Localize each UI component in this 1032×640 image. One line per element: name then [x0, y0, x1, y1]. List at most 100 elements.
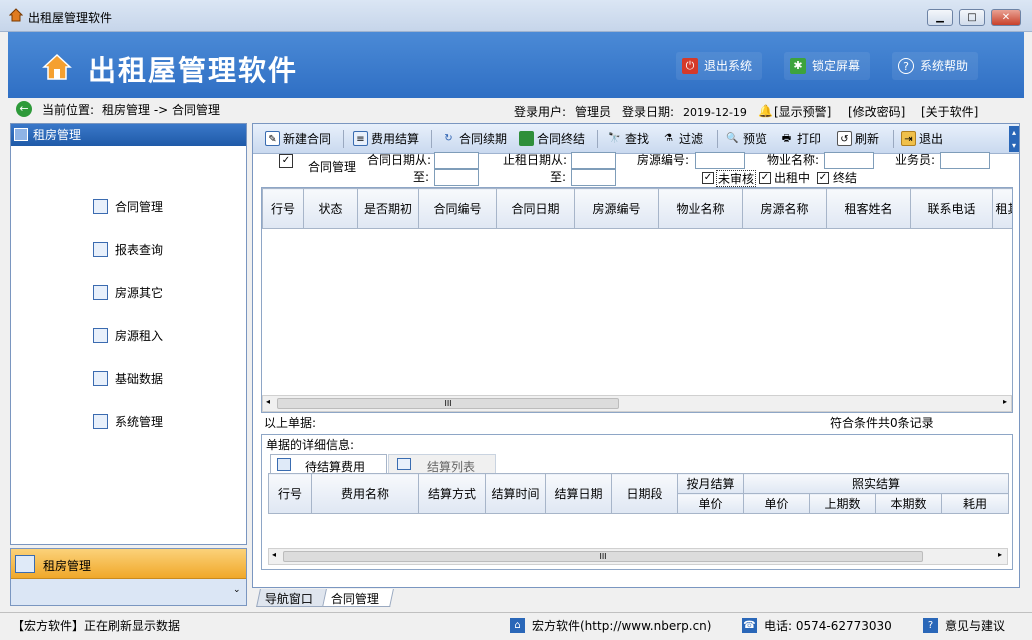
home-icon: ⌂	[510, 618, 525, 633]
tab-pending-fees[interactable]: 待结算费用	[270, 454, 387, 474]
lock-screen-button[interactable]: ✱ 锁定屏幕	[784, 52, 871, 80]
column-header[interactable]: 行号	[262, 188, 304, 229]
bottom-tab-contract[interactable]: 合同管理	[322, 589, 394, 607]
column-header[interactable]: 是否期初	[357, 188, 419, 229]
sidebar-item-report[interactable]: 报表查询	[93, 239, 163, 261]
column-header[interactable]: 费用名称	[311, 473, 419, 514]
tab-settle-list[interactable]: 结算列表	[388, 454, 496, 474]
bottom-tab-nav[interactable]: 导航窗口	[256, 589, 330, 607]
base-data-icon	[93, 371, 108, 386]
column-header[interactable]: 单价	[677, 493, 744, 514]
house-rentin-icon	[93, 328, 108, 343]
contract-date-to-input[interactable]	[434, 169, 479, 186]
scroll-right-arrow[interactable]: ▸	[998, 550, 1002, 559]
column-header[interactable]: 行号	[268, 473, 312, 514]
fee-settle-label: 费用结算	[371, 132, 420, 146]
back-arrow-icon[interactable]: ←	[16, 101, 32, 117]
column-header[interactable]: 结算日期	[545, 473, 612, 514]
minimize-button[interactable]: ▁	[927, 9, 953, 26]
scroll-thumb[interactable]: III	[277, 398, 619, 409]
refresh-button[interactable]: ↺ 刷新	[835, 129, 883, 149]
terminate-button[interactable]: 合同终结	[517, 129, 589, 149]
detail-panel: 单据的详细信息: 待结算费用 结算列表 行号 费用名称 结算方式 结算时间 结算…	[261, 434, 1013, 570]
company-link[interactable]: 宏方软件(http://www.nberp.cn)	[532, 618, 711, 635]
column-header[interactable]: 耗用	[940, 493, 1010, 514]
feedback-link[interactable]: 意见与建议	[945, 618, 1005, 635]
exit-folder-icon: ⇥	[901, 131, 916, 146]
column-header[interactable]: 房源编号	[574, 188, 659, 229]
terminated-label: 终结	[833, 171, 858, 185]
sidebar-item-base-data[interactable]: 基础数据	[93, 368, 163, 390]
column-header[interactable]: 状态	[303, 188, 358, 229]
show-warning-link[interactable]: [显示预警]	[774, 104, 831, 121]
end-date-from-label: 止租日期从:	[503, 153, 568, 167]
contract-date-to-label: 至:	[413, 170, 430, 184]
sidebar-item-house-rentin[interactable]: 房源租入	[93, 325, 163, 347]
house-no-input[interactable]	[695, 152, 745, 169]
detail-grid-hscroll[interactable]: ◂ III ▸	[268, 548, 1008, 565]
unaudited-checkbox[interactable]: ✓	[702, 172, 714, 184]
close-button[interactable]: ✕	[991, 9, 1021, 26]
terminated-checkbox[interactable]: ✓	[817, 172, 829, 184]
sidebar-item-system[interactable]: 系统管理	[93, 411, 163, 433]
system-help-button[interactable]: ? 系统帮助	[892, 52, 979, 80]
renting-label: 出租中	[774, 171, 811, 185]
contract-date-from-input[interactable]	[434, 152, 479, 169]
scroll-left-arrow[interactable]: ◂	[266, 397, 270, 406]
renting-checkbox[interactable]: ✓	[759, 172, 771, 184]
end-date-from-input[interactable]	[571, 152, 616, 169]
column-header[interactable]: 日期段	[611, 473, 678, 514]
column-header[interactable]: 结算时间	[485, 473, 546, 514]
sidebar-item-house-other[interactable]: 房源其它	[93, 282, 163, 304]
exit-system-button[interactable]: ⏻ 退出系统	[676, 52, 763, 80]
location-label: 当前位置:	[42, 103, 95, 117]
column-header[interactable]: 租客姓名	[826, 188, 911, 229]
end-date-to-input[interactable]	[571, 169, 616, 186]
exit-button[interactable]: ⇥ 退出	[899, 129, 947, 149]
toolbar-overflow-button[interactable]: ▴ ▾	[1009, 126, 1019, 152]
fee-settle-button[interactable]: ≡ 费用结算	[351, 129, 423, 149]
column-header[interactable]: 房源名称	[742, 188, 827, 229]
lock-icon: ✱	[790, 58, 806, 74]
column-header[interactable]: 本期数	[875, 493, 942, 514]
column-header[interactable]: 合同编号	[418, 188, 497, 229]
filter-icon: ⚗	[664, 133, 673, 144]
column-header[interactable]: 上期数	[809, 493, 876, 514]
change-password-link[interactable]: [修改密码]	[848, 104, 905, 121]
property-name-input[interactable]	[824, 152, 874, 169]
renew-label: 合同续期	[459, 132, 508, 146]
find-button[interactable]: 🔭 查找	[605, 129, 653, 149]
detail-grid-header: 行号 费用名称 结算方式 结算时间 结算日期 日期段 按月结算 照实结算 单价 …	[268, 473, 1010, 514]
help-icon: ?	[898, 58, 914, 74]
column-header[interactable]: 联系电话	[910, 188, 993, 229]
new-contract-button[interactable]: ✎ 新建合同	[263, 129, 335, 149]
contract-section-icon: ✓	[279, 154, 293, 168]
scroll-left-arrow[interactable]: ◂	[272, 550, 276, 559]
column-header[interactable]: 物业名称	[658, 188, 743, 229]
contract-grid-header: 行号 状态 是否期初 合同编号 合同日期 房源编号 物业名称 房源名称 租客姓名…	[262, 188, 1012, 229]
nav-group-rental[interactable]: 租房管理	[11, 549, 246, 579]
column-header[interactable]: 单价	[743, 493, 810, 514]
contract-grid[interactable]: 行号 状态 是否期初 合同编号 合同日期 房源编号 物业名称 房源名称 租客姓名…	[261, 187, 1013, 413]
salesman-input[interactable]	[940, 152, 990, 169]
maximize-button[interactable]: □	[959, 9, 985, 26]
nav-expand-icon[interactable]: ⌄	[233, 585, 241, 595]
sidebar-item-contract[interactable]: 合同管理	[93, 196, 163, 218]
print-icon: 🖶	[781, 133, 792, 144]
new-contract-label: 新建合同	[283, 132, 332, 146]
column-header[interactable]: 租其	[992, 188, 1012, 229]
rental-group-icon	[15, 555, 35, 573]
unaudited-label: 未审核	[716, 170, 757, 187]
end-date-to-label: 至:	[550, 170, 567, 184]
column-header[interactable]: 结算方式	[418, 473, 486, 514]
column-header[interactable]: 合同日期	[496, 188, 575, 229]
renew-button[interactable]: ↻ 合同续期	[439, 129, 511, 149]
app-house-icon	[8, 8, 24, 22]
preview-button[interactable]: 🔍 预览	[723, 129, 771, 149]
scroll-right-arrow[interactable]: ▸	[1003, 397, 1007, 406]
filter-button[interactable]: ⚗ 过滤	[659, 129, 707, 149]
scroll-thumb[interactable]: III	[283, 551, 923, 562]
print-button[interactable]: 🖶 打印	[777, 129, 825, 149]
contract-grid-hscroll[interactable]: ◂ III ▸	[262, 395, 1012, 412]
about-software-link[interactable]: [关于软件]	[921, 104, 978, 121]
